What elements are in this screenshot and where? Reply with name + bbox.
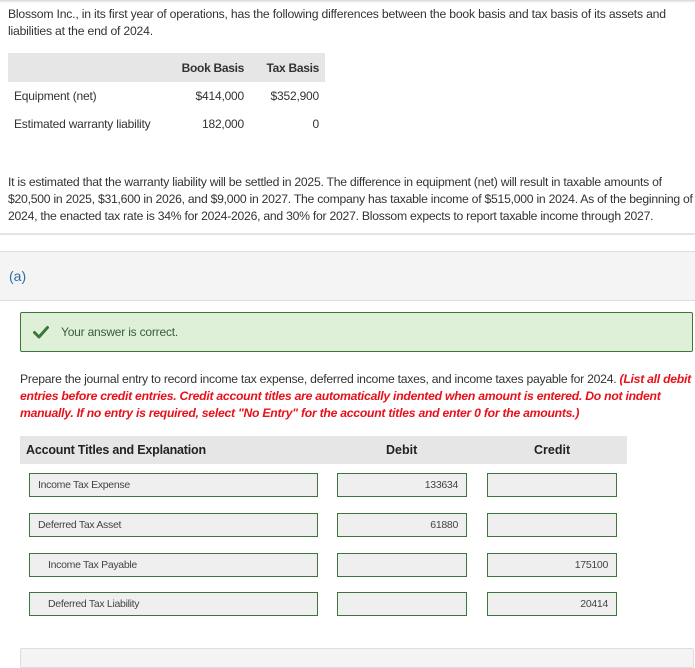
credit-input[interactable] (487, 473, 617, 497)
basis-row-book: 182,000 (202, 117, 244, 131)
debit-input[interactable] (337, 473, 467, 497)
debit-input[interactable] (337, 553, 467, 577)
basis-header-book: Book Basis (181, 60, 245, 75)
basis-table: Book Basis Tax Basis Equipment (net) $41… (8, 53, 325, 138)
account-title-input[interactable] (29, 473, 318, 497)
journal-row (0, 473, 695, 497)
basis-row-tax: $352,900 (270, 89, 320, 103)
next-section-panel (20, 648, 694, 668)
journal-header-debit: Debit (386, 443, 418, 457)
basis-table-header: Book Basis Tax Basis (8, 53, 325, 82)
problem-intro: Blossom Inc., in its first year of opera… (8, 7, 666, 38)
credit-input[interactable] (487, 592, 617, 616)
basis-row-label: Equipment (net) (14, 89, 97, 103)
part-label: (a) (9, 268, 27, 284)
journal-row (0, 513, 695, 537)
basis-table-row: Estimated warranty liability 182,000 0 (8, 110, 325, 138)
feedback-banner: Your answer is correct. (20, 312, 693, 352)
top-shadow (0, 0, 695, 3)
credit-input[interactable] (487, 553, 617, 577)
feedback-text: Your answer is correct. (61, 325, 179, 339)
journal-row (0, 553, 695, 577)
basis-table-row: Equipment (net) $414,000 $352,900 (8, 82, 325, 110)
part-header: (a) (0, 251, 695, 301)
basis-header-tax: Tax Basis (266, 60, 320, 75)
divider (0, 233, 695, 235)
account-title-input[interactable] (29, 553, 318, 577)
basis-row-book: $414,000 (195, 89, 245, 103)
instructions-text: Prepare the journal entry to record inco… (20, 372, 617, 386)
debit-input[interactable] (337, 592, 467, 616)
basis-header-label (8, 53, 168, 82)
journal-row (0, 592, 695, 616)
journal-header-account: Account Titles and Explanation (26, 443, 206, 457)
account-title-input[interactable] (29, 592, 318, 616)
check-icon (33, 326, 49, 339)
instructions: Prepare the journal entry to record inco… (20, 371, 695, 422)
journal-header: Account Titles and Explanation Debit Cre… (20, 436, 627, 464)
debit-input[interactable] (337, 513, 467, 537)
problem-narrative: It is estimated that the warranty liabil… (8, 175, 693, 223)
basis-row-tax: 0 (312, 117, 320, 131)
account-title-input[interactable] (29, 513, 318, 537)
credit-input[interactable] (487, 513, 617, 537)
journal-header-credit: Credit (534, 443, 571, 457)
basis-row-label: Estimated warranty liability (14, 117, 151, 131)
